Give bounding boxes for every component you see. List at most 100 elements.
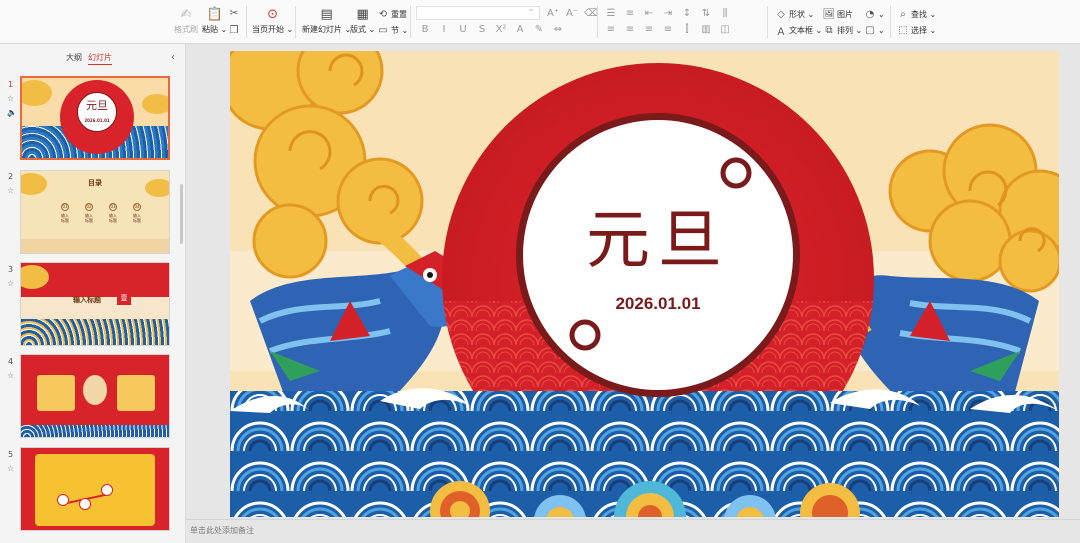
slide-thumbnail-3[interactable]: 输入标题 壹 — [20, 262, 170, 346]
shape-label: 形状 — [789, 9, 805, 19]
toc-item: 02 输入标题 — [85, 203, 93, 223]
font-family-select[interactable] — [416, 4, 540, 20]
picture-button[interactable]: 🖼 图片 — [823, 8, 853, 20]
divider — [767, 6, 768, 38]
arrange-button[interactable]: ⧉ 排列 ⌄ — [823, 24, 862, 36]
section-label: 节 — [391, 25, 399, 35]
underline-icon[interactable]: U — [456, 24, 470, 35]
clear-format-icon[interactable]: ⌫ — [584, 8, 598, 19]
select-button[interactable]: ⬚ 选择 ⌄ — [897, 24, 936, 36]
new-slide-icon: ▤ — [320, 6, 333, 22]
toc-number: 03 — [109, 203, 117, 211]
copy-button[interactable]: ❐ — [228, 24, 242, 36]
slide-thumbnail-2[interactable]: 目录 01 输入标题 02 输入标题 03 输入标题 04 输入标题 — [20, 170, 170, 254]
picture-label: 图片 — [837, 9, 853, 19]
paragraph-tools-1: ☰ ≡ ⇤ ⇥ ↕ ⇅ ⫼ — [604, 8, 732, 19]
select-label: 选择 — [911, 25, 927, 35]
timeline-dot — [57, 494, 69, 506]
divider — [890, 6, 891, 38]
format-painter-button[interactable]: ✍ 格式刷 — [174, 6, 198, 35]
brush-icon: ✍ — [180, 6, 192, 22]
star-icon: ☆ — [7, 94, 15, 103]
content-card — [117, 375, 155, 411]
italic-icon[interactable]: I — [437, 24, 451, 35]
reset-button[interactable]: ⟲ 重置 — [377, 8, 407, 20]
arrange-label: 排列 — [837, 25, 853, 35]
paragraph-tools-2: ≡ ≡ ≡ ≡ ⫿ ▥ ◫ — [604, 24, 732, 35]
indent-increase-icon[interactable]: ⇥ — [661, 8, 675, 19]
shape-button[interactable]: ◇ 形状 ⌄ — [775, 8, 814, 20]
content-card — [37, 375, 75, 411]
align-right-icon[interactable]: ≡ — [642, 24, 656, 35]
distribute-icon[interactable]: ⫿ — [680, 24, 694, 35]
slide-number: 2 — [8, 172, 14, 181]
sound-icon: 🔈 — [7, 108, 17, 117]
font-color-icon[interactable]: A — [513, 24, 527, 35]
columns-icon[interactable]: ▥ — [699, 24, 713, 35]
smartart-icon[interactable]: ◫ — [718, 24, 732, 35]
wave-pattern — [21, 425, 169, 437]
textbox-button[interactable]: Ａ 文本框 ⌄ — [775, 24, 822, 38]
notes-placeholder[interactable]: 单击此处添加备注 — [190, 525, 254, 536]
toc-text: 输入标题 — [109, 213, 117, 223]
toc-text: 输入标题 — [85, 213, 93, 223]
thumb-stamp: 壹 — [117, 291, 131, 305]
strikethrough-icon[interactable]: S — [475, 24, 489, 35]
bullets-icon[interactable]: ☰ — [604, 8, 618, 19]
thumb-title: 输入标题 — [73, 296, 101, 304]
main-slide[interactable]: 元旦 2026.01.01 — [230, 51, 1059, 517]
shrink-font-icon[interactable]: A⁻ — [565, 8, 579, 19]
play-icon: ⊙ — [267, 6, 279, 22]
tab-slides[interactable]: 幻灯片 — [88, 52, 112, 65]
star-icon: ☆ — [7, 279, 15, 288]
play-from-current-button[interactable]: ⊙ 当页开始 ⌄ — [252, 6, 293, 35]
divider — [246, 6, 247, 38]
find-button[interactable]: ⌕ 查找 ⌄ — [897, 8, 936, 20]
star-icon: ☆ — [7, 371, 15, 380]
divider — [295, 6, 296, 38]
picture-icon: 🖼 — [822, 8, 836, 20]
cut-button[interactable]: ✂ — [228, 7, 242, 19]
slide-thumbnail-4[interactable] — [20, 354, 170, 438]
toc-number: 02 — [85, 203, 93, 211]
outline-button[interactable]: ▢ ⌄ — [864, 24, 884, 36]
paste-button[interactable]: 📋 粘贴 ⌄ — [202, 6, 227, 35]
slide-date[interactable]: 2026.01.01 — [558, 294, 758, 314]
slide-number: 3 — [8, 265, 14, 274]
numbering-icon[interactable]: ≡ — [623, 8, 637, 19]
divider — [410, 6, 411, 38]
toc-number: 01 — [61, 203, 69, 211]
slide-thumbnail-5[interactable] — [20, 447, 170, 531]
superscript-icon[interactable]: X² — [494, 24, 508, 35]
section-button[interactable]: ▭ 节 ⌄ — [377, 24, 408, 36]
justify-icon[interactable]: ≡ — [661, 24, 675, 35]
align-center-icon[interactable]: ≡ — [623, 24, 637, 35]
align-left-icon[interactable]: ≡ — [604, 24, 618, 35]
highlight-icon[interactable]: ✎ — [532, 24, 546, 35]
slide-thumbnail-1[interactable]: 元旦 2026.01.01 — [20, 76, 170, 160]
slide-number: 1 — [8, 80, 14, 89]
layout-label: 版式 — [350, 25, 366, 34]
title-circle: 元旦 2026.01.01 — [77, 92, 117, 132]
text-direction-icon[interactable]: ⇅ — [699, 8, 713, 19]
find-label: 查找 — [911, 9, 927, 19]
thumb-title: 目录 — [88, 179, 102, 187]
slide-title[interactable]: 元旦 — [538, 201, 778, 281]
tab-outline[interactable]: 大纲 — [66, 52, 82, 63]
toc-item: 04 输入标题 — [133, 203, 141, 223]
line-spacing-icon[interactable]: ↕ — [680, 8, 694, 19]
grow-font-icon[interactable]: A⁺ — [546, 8, 560, 19]
align-text-icon[interactable]: ⫼ — [718, 8, 732, 19]
indent-decrease-icon[interactable]: ⇤ — [642, 8, 656, 19]
new-slide-button[interactable]: ▤ 新建幻灯片 ⌄ — [302, 6, 351, 35]
layout-button[interactable]: ▦ 版式 ⌄ — [350, 6, 375, 35]
collapse-panel-icon[interactable]: ‹ — [171, 52, 175, 63]
toc-number: 04 — [133, 203, 141, 211]
thumb-title: 元旦 — [86, 99, 108, 112]
char-spacing-icon[interactable]: ⇔ — [551, 24, 565, 35]
ribbon-toolbar: ✍ 格式刷 📋 粘贴 ⌄ ✂ ❐ ⊙ 当页开始 ⌄ ▤ 新建幻灯片 ⌄ ▦ 版式… — [0, 0, 1080, 44]
fill-button[interactable]: ◔ ⌄ — [864, 8, 885, 20]
panel-scrollbar[interactable] — [180, 184, 183, 244]
divider — [597, 6, 598, 38]
bold-icon[interactable]: B — [418, 24, 432, 35]
